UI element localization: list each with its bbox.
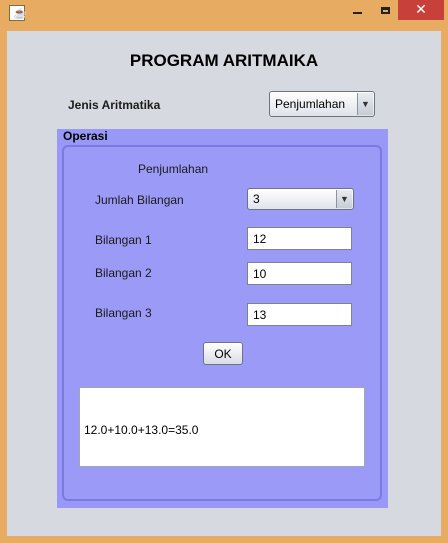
minimize-icon bbox=[352, 12, 362, 14]
jumlah-bilangan-select[interactable]: 3 ▼ bbox=[247, 188, 354, 210]
bilangan-2-label: Bilangan 2 bbox=[95, 266, 152, 280]
ok-button[interactable]: OK bbox=[203, 342, 243, 365]
bilangan-1-label: Bilangan 1 bbox=[95, 233, 152, 247]
title-bar[interactable]: ☕ ✕ bbox=[0, 0, 448, 28]
maximize-icon bbox=[380, 6, 390, 14]
minimize-button[interactable] bbox=[342, 0, 372, 20]
result-text: 12.0+10.0+13.0=35.0 bbox=[84, 423, 199, 437]
jenis-aritmatika-select[interactable]: Penjumlahan ▼ bbox=[269, 91, 375, 117]
jenis-aritmatika-value: Penjumlahan bbox=[275, 97, 346, 111]
close-icon: ✕ bbox=[415, 2, 427, 18]
chevron-down-icon[interactable]: ▼ bbox=[336, 190, 352, 208]
java-cup-icon[interactable]: ☕ bbox=[9, 5, 27, 21]
content-pane: PROGRAM ARITMAIKA Jenis Aritmatika Penju… bbox=[7, 31, 441, 536]
close-button[interactable]: ✕ bbox=[398, 0, 444, 20]
jenis-aritmatika-label: Jenis Aritmatika bbox=[68, 98, 161, 112]
maximize-button[interactable] bbox=[370, 0, 400, 20]
bilangan-2-input[interactable]: 10 bbox=[247, 262, 352, 285]
jumlah-bilangan-value: 3 bbox=[253, 192, 260, 206]
bilangan-3-input[interactable]: 13 bbox=[247, 303, 352, 326]
operation-subtitle: Penjumlahan bbox=[138, 162, 209, 176]
app-window: ☕ ✕ PROGRAM ARITMAIKA Jenis Aritmatika P… bbox=[0, 0, 448, 543]
operasi-title: Operasi bbox=[63, 129, 108, 143]
bilangan-3-label: Bilangan 3 bbox=[95, 306, 152, 320]
jumlah-bilangan-label: Jumlah Bilangan bbox=[95, 193, 184, 207]
bilangan-1-input[interactable]: 12 bbox=[247, 227, 352, 250]
page-title: PROGRAM ARITMAIKA bbox=[129, 51, 319, 70]
chevron-down-icon[interactable]: ▼ bbox=[357, 93, 373, 115]
result-textarea[interactable]: 12.0+10.0+13.0=35.0 bbox=[79, 387, 365, 467]
